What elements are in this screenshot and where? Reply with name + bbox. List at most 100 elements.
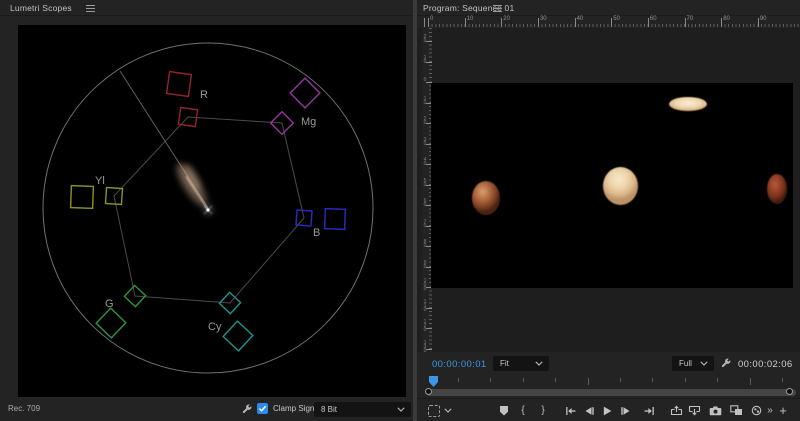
video-egg-1 [472,181,500,215]
ruler-tick [647,18,649,27]
target-label-R: R [200,89,208,101]
go-to-out-icon [644,406,654,415]
ruler-tick-label: 0 [423,77,427,83]
monitor-settings-wrench-icon[interactable] [720,357,732,369]
program-video-frame[interactable] [431,83,793,288]
lumetri-panel-tab[interactable]: Lumetri Scopes [10,3,72,13]
timeline-tick [717,378,719,382]
ruler-tick-label: 60 [649,16,657,22]
video-egg-3 [669,97,707,111]
ruler-tick [611,18,613,27]
monitor-pasteboard: 20100102030405060708090100110120130 [417,28,800,354]
ruler-tick-label: 70 [423,218,427,229]
ruler-tick-label: 10 [423,54,427,65]
ruler-tick-label: 130 [423,339,427,354]
zoom-scrollbar [417,388,800,398]
program-panel-header: Program: Sequence 01 [417,0,800,16]
target-box-B-outer [323,207,347,231]
target-box-Yl-outer [69,184,95,210]
ruler-tick [574,18,576,27]
multi-camera-button[interactable] [750,399,762,421]
ruler-tick-label: 0 [430,16,434,22]
current-timecode[interactable]: 00:00:00:01 [432,359,487,370]
panel-menu-icon[interactable] [493,5,502,12]
monitor-timeline[interactable] [417,375,800,388]
go-to-out-button[interactable] [643,399,655,421]
ruler-tick-label: 30 [539,16,547,22]
ruler-tick-label: 70 [686,16,694,22]
playback-resolution-value: Full [679,359,692,368]
monitor-controls-row: 00:00:00:01 Fit Full 00:00:02:06 [417,352,800,375]
video-egg-2 [603,167,638,205]
export-frame-button[interactable] [709,399,722,421]
zoom-scrollbar-track[interactable] [426,389,796,396]
ruler-tick-label: 80 [723,16,730,22]
clamp-signal-checkbox[interactable] [257,403,268,414]
timeline-tick [490,378,492,382]
center-point [206,208,210,212]
timeline-tick [620,378,621,382]
ruler-tick-label: 80 [423,239,427,249]
step-forward-button[interactable] [620,399,631,421]
ruler-tick [537,18,539,27]
timeline-tick [555,378,557,382]
mark-in-icon: { [521,405,525,416]
button-editor-button[interactable]: + [776,399,790,421]
lumetri-scopes-panel: Lumetri Scopes R Mg B Cy G Yl Rec. 709 Clamp … [0,0,413,421]
go-to-in-button[interactable] [565,399,577,421]
mark-out-icon: } [541,405,545,416]
play-icon [603,406,611,415]
ruler-tick-label: 120 [423,319,427,333]
playhead[interactable] [429,376,438,387]
ruler-tick-label: 40 [576,16,584,22]
extract-button[interactable] [688,399,701,421]
ruler-tick [501,18,503,27]
double-chevron-icon: » [767,405,773,416]
step-forward-icon [621,406,630,415]
video-egg-4 [767,174,787,204]
playback-resolution-dropdown[interactable]: Full [672,356,714,371]
ruler-tick [464,18,466,27]
chevron-down-icon [700,361,708,366]
chevron-down-icon [535,361,543,366]
multi-camera-icon [751,405,761,416]
more-buttons-button[interactable]: » [764,399,776,421]
mark-out-button[interactable]: } [538,399,548,421]
target-label-G: G [105,298,114,310]
marker-icon [500,405,508,416]
timeline-tick [749,378,751,385]
bit-depth-dropdown[interactable]: 8 Bit [314,402,411,417]
ruler-tick-label: 90 [759,16,767,22]
mark-in-button[interactable]: { [518,399,528,421]
panel-menu-icon[interactable] [86,5,95,12]
step-back-button[interactable] [584,399,595,421]
ruler-tick [721,18,723,27]
settings-chevron-icon[interactable] [443,399,453,421]
ruler-tick-label: 60 [423,198,427,208]
monitor-display-settings-button[interactable] [427,399,441,421]
play-button[interactable] [602,399,612,421]
timeline-tick [652,378,654,382]
premiere-workspace: Lumetri Scopes R Mg B Cy G Yl Rec. 709 Clamp … [0,0,800,421]
zoom-level-value: Fit [500,359,509,368]
zoom-handle-right[interactable] [786,388,793,395]
target-box-R-outer [165,70,193,98]
target-label-B: B [313,227,320,239]
timeline-tick [522,378,524,382]
ruler-tick [684,18,686,27]
target-label-Cy: Cy [208,321,222,333]
add-marker-button[interactable] [499,399,509,421]
zoom-level-dropdown[interactable]: Fit [493,356,549,371]
go-to-in-icon [566,406,576,415]
zoom-handle-left[interactable] [425,388,432,395]
lumetri-panel-header: Lumetri Scopes [0,0,413,16]
plus-icon: + [779,403,787,418]
vectorscope-graticule: R Mg B Cy G Yl [42,42,374,374]
camera-icon [709,406,722,415]
scope-settings-wrench-icon[interactable] [241,403,253,415]
lift-button[interactable] [670,399,683,421]
ruler-tick-label: 10 [423,95,427,106]
comparison-view-icon [730,405,742,415]
comparison-view-button[interactable] [730,399,743,421]
ruler-tick [428,18,429,27]
